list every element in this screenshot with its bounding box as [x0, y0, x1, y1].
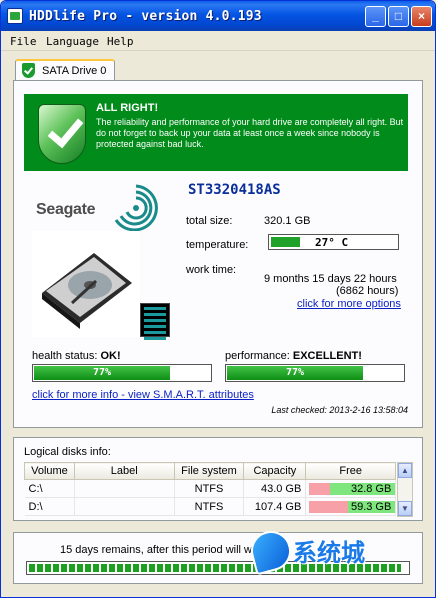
seagate-logo-icon	[114, 184, 158, 232]
free-space-bar: 32.8 GB	[309, 483, 396, 495]
performance-value: EXCELLENT!	[292, 350, 362, 362]
free-space-bar: 59.3 GB	[309, 501, 396, 513]
column-header-label[interactable]: Label	[73, 462, 175, 480]
smart-attributes-link[interactable]: click for more info - view S.M.A.R.T. at…	[32, 389, 254, 401]
scroll-down-icon[interactable]: ▼	[398, 501, 412, 516]
temperature-gauge: 27° C	[268, 234, 399, 250]
logical-disks-title: Logical disks info:	[24, 446, 111, 458]
performance-status: performance: EXCELLENT!	[225, 350, 362, 362]
window-title: HDDlife Pro - version 4.0.193	[29, 9, 262, 24]
work-hours-value: (6862 hours)	[336, 285, 399, 297]
license-text: 15 days remains, after this period will …	[60, 544, 259, 556]
performance-bar: 77%	[225, 364, 405, 382]
brand-name: Seagate	[36, 201, 96, 218]
last-checked: Last checked: 2013-2-16 13:58:04	[271, 405, 408, 415]
column-header-file-system[interactable]: File system	[173, 462, 245, 480]
status-title: ALL RIGHT!	[96, 102, 159, 114]
free-cell: 59.3 GB	[305, 497, 396, 516]
free-value: 32.8 GB	[350, 483, 392, 495]
temperature-label: temperature:	[186, 239, 249, 251]
label-cell	[74, 497, 175, 516]
more-options-link[interactable]: click for more options	[297, 298, 401, 310]
health-status: health status: OK!	[32, 350, 121, 362]
watermark-logo-icon	[246, 526, 296, 576]
column-header-capacity[interactable]: Capacity	[243, 462, 307, 480]
health-value: OK!	[100, 350, 121, 362]
menu-file[interactable]: File	[10, 35, 37, 48]
work-time-label: work time:	[186, 264, 237, 276]
activity-graph	[140, 303, 170, 340]
health-bar: 77%	[32, 364, 212, 382]
total-size-value: 320.1 GB	[264, 215, 311, 227]
watermark-text: 系统城	[293, 540, 365, 567]
total-size-label: total size:	[186, 215, 233, 227]
table-row[interactable]: D:\ NTFS 107.4 GB 59.3 GB	[24, 497, 396, 516]
temperature-fill	[271, 237, 300, 247]
health-label: health status:	[32, 350, 98, 362]
fs-cell: NTFS	[174, 479, 245, 498]
performance-fill: 77%	[227, 366, 363, 380]
work-time-value: 9 months 15 days 22 hours	[264, 273, 397, 285]
maximize-button[interactable]: □	[388, 6, 409, 27]
drive-panel: ALL RIGHT! The reliability and performan…	[13, 80, 423, 428]
table-row[interactable]: C:\ NTFS 43.0 GB 32.8 GB	[24, 479, 396, 498]
shield-check-icon	[38, 104, 86, 164]
volume-cell: C:\	[24, 479, 75, 498]
title-bar[interactable]: HDDlife Pro - version 4.0.193 _ □ ×	[1, 1, 435, 31]
fs-cell: NTFS	[174, 497, 245, 516]
menu-help[interactable]: Help	[107, 35, 134, 48]
app-icon[interactable]	[7, 8, 23, 24]
logical-disks-panel: Logical disks info: Volume Label File sy…	[13, 437, 423, 521]
free-value: 59.3 GB	[350, 501, 392, 513]
tab-label: SATA Drive 0	[42, 65, 107, 77]
logical-disks-table: Volume Label File system Capacity Free C…	[24, 462, 396, 516]
app-window: HDDlife Pro - version 4.0.193 _ □ × File…	[0, 0, 436, 598]
performance-label: performance:	[225, 350, 290, 362]
status-banner: ALL RIGHT! The reliability and performan…	[24, 94, 408, 171]
minimize-button[interactable]: _	[365, 6, 386, 27]
menu-language[interactable]: Language	[46, 35, 99, 48]
watermark: 系统城	[246, 526, 411, 577]
free-cell: 32.8 GB	[305, 479, 396, 498]
capacity-cell: 43.0 GB	[243, 479, 307, 498]
status-text: The reliability and performance of your …	[96, 117, 404, 149]
label-cell	[74, 479, 175, 498]
column-header-volume[interactable]: Volume	[24, 462, 75, 480]
tab-sata-drive-0[interactable]: SATA Drive 0	[15, 59, 115, 81]
health-fill: 77%	[34, 366, 170, 380]
menu-bar: File Language Help	[1, 31, 435, 51]
column-header-free[interactable]: Free	[305, 462, 396, 480]
hard-drive-image	[32, 231, 140, 337]
temperature-value: 27° C	[315, 236, 349, 249]
close-button[interactable]: ×	[411, 6, 432, 27]
capacity-cell: 107.4 GB	[243, 497, 307, 516]
volume-cell: D:\	[24, 497, 75, 516]
drive-model: ST3320418AS	[188, 182, 281, 198]
shield-check-icon	[22, 63, 35, 78]
scroll-up-icon[interactable]: ▲	[398, 463, 412, 478]
table-scrollbar[interactable]: ▲ ▼	[397, 462, 413, 517]
